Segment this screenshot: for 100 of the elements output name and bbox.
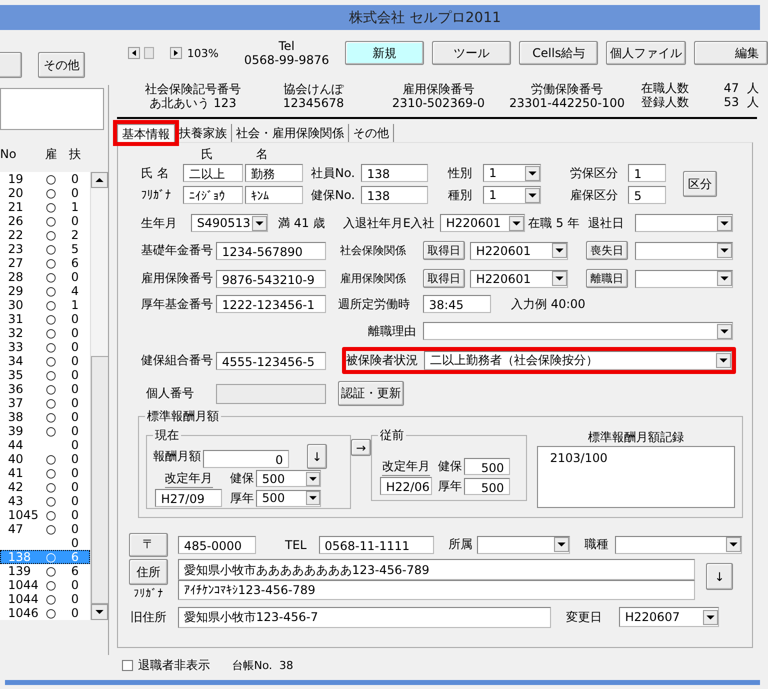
scroll-right-icon[interactable] xyxy=(170,47,182,59)
dropdown[interactable]: H220607 xyxy=(619,607,719,627)
input-field[interactable]: 9876-543210-9 xyxy=(216,270,326,288)
dropdown[interactable]: H220601 xyxy=(440,214,525,232)
list-row[interactable]: 21 ○ 1 xyxy=(0,200,90,214)
list-row[interactable]: 47 ○ 0 xyxy=(0,522,90,536)
scroll-bar[interactable] xyxy=(90,172,108,620)
dropdown[interactable] xyxy=(635,242,733,260)
dropdown[interactable]: S490513 xyxy=(191,214,268,232)
list-row[interactable]: 0 xyxy=(0,536,90,550)
list-row[interactable]: 30 ○ 1 xyxy=(0,298,90,312)
input-field[interactable]: 138 xyxy=(361,164,428,182)
dropdown[interactable]: 1 xyxy=(483,164,541,182)
list-row[interactable]: 31 ○ 0 xyxy=(0,312,90,326)
input-field[interactable]: 38:45 xyxy=(423,295,491,313)
list-row[interactable]: 41 ○ 0 xyxy=(0,466,90,480)
input-field[interactable]: ﾆｲｼﾞｮｳ xyxy=(183,186,243,204)
checkbox[interactable] xyxy=(122,660,133,670)
list-row[interactable]: 1045 ○ 0 xyxy=(0,508,90,522)
dropdown[interactable] xyxy=(476,536,570,554)
form-button[interactable]: 喪失日 xyxy=(586,241,628,260)
form-button[interactable]: 離職日 xyxy=(586,269,628,288)
list-row[interactable]: 37 ○ 0 xyxy=(0,396,90,410)
form-button[interactable]: ↓ xyxy=(307,444,327,469)
list-row[interactable]: 20 ○ 0 xyxy=(0,186,90,200)
scroll-down-icon[interactable] xyxy=(91,604,108,620)
form-button[interactable]: 区分 xyxy=(683,171,717,197)
toolbar-button[interactable]: ツール xyxy=(432,41,512,65)
dropdown[interactable]: 二以上勤務者（社会保険按分） xyxy=(424,351,732,370)
input-field[interactable]: 勤務 xyxy=(245,164,303,182)
list-row[interactable]: 36 ○ 0 xyxy=(0,382,90,396)
input-field[interactable]: H22/06 xyxy=(380,477,432,495)
input-field[interactable]: 500 xyxy=(464,458,510,476)
dropdown[interactable] xyxy=(635,270,733,288)
slider-thumb[interactable] xyxy=(144,47,154,59)
toolbar-button[interactable]: Cells給与 xyxy=(519,41,598,65)
toolbar-button[interactable]: 個人ファイル xyxy=(606,41,686,65)
tab[interactable]: その他 xyxy=(349,124,394,142)
dropdown[interactable]: H220601 xyxy=(470,242,568,260)
list-row[interactable]: 28 ○ 0 xyxy=(0,270,90,284)
dropdown[interactable]: 500 xyxy=(256,470,321,488)
list-row[interactable]: 19 ○ 0 xyxy=(0,172,90,186)
list-row[interactable]: 29 ○ 4 xyxy=(0,284,90,298)
input-field[interactable]: 二以上 xyxy=(183,164,243,182)
scroll-up-icon[interactable] xyxy=(91,172,108,188)
tab[interactable]: 社会・雇用保険関係 xyxy=(232,124,349,142)
list-row[interactable]: 34 ○ 0 xyxy=(0,354,90,368)
form-button[interactable]: 取得日 xyxy=(423,241,465,260)
form-button[interactable]: ↓ xyxy=(706,563,733,590)
button[interactable] xyxy=(0,52,22,78)
list-row[interactable]: 22 ○ 2 xyxy=(0,228,90,242)
list-row[interactable]: 139 ○ 6 xyxy=(0,564,90,578)
input-field[interactable]: 0 xyxy=(203,450,289,468)
list-row[interactable]: 33 ○ 0 xyxy=(0,340,90,354)
scroll-left-icon[interactable] xyxy=(128,47,140,59)
form-button[interactable]: → xyxy=(351,439,371,456)
button[interactable]: その他 xyxy=(38,52,85,78)
dropdown[interactable]: H220601 xyxy=(470,270,568,288)
list-row[interactable]: 43 ○ 0 xyxy=(0,494,90,508)
form-button[interactable]: 認証・更新 xyxy=(338,381,404,406)
list-row[interactable]: 1044 ○ 0 xyxy=(0,578,90,592)
input-field[interactable]: 4555-123456-5 xyxy=(216,352,326,370)
input-field[interactable]: 愛知県小牧市ああああああああ123-456-789 xyxy=(178,559,695,580)
list-row[interactable]: 35 ○ 0 xyxy=(0,368,90,382)
input-field[interactable]: 愛知県小牧市123-456-7 xyxy=(178,606,551,628)
form-button[interactable]: 〒 xyxy=(129,532,168,556)
list-item[interactable]: 2103/100 xyxy=(550,451,722,465)
list-row[interactable]: 23 ○ 5 xyxy=(0,242,90,256)
form-button[interactable]: 住所 xyxy=(129,559,168,585)
list-row[interactable]: 1046 ○ 0 xyxy=(0,606,90,620)
input-field[interactable]: 138 xyxy=(361,186,428,204)
list-row[interactable]: 32 ○ 0 xyxy=(0,326,90,340)
input-field[interactable]: H27/09 xyxy=(155,489,222,507)
list-row[interactable]: 1044 ○ 0 xyxy=(0,592,90,606)
toolbar-button[interactable]: 新規 xyxy=(344,41,424,65)
form-button[interactable]: 取得日 xyxy=(423,269,465,288)
dropdown[interactable]: 1 xyxy=(483,186,541,204)
list-box[interactable]: 2103/100 xyxy=(537,446,735,508)
list-row[interactable]: 42 ○ 0 xyxy=(0,480,90,494)
list-row[interactable]: 27 ○ 6 xyxy=(0,256,90,270)
input-field[interactable]: 0568-11-1111 xyxy=(318,536,434,554)
input-field[interactable]: 485-0000 xyxy=(178,536,256,554)
dropdown[interactable] xyxy=(614,536,742,554)
input-field[interactable]: ｷﾝﾑ xyxy=(245,186,303,204)
input-field[interactable]: 1234-567890 xyxy=(216,242,326,260)
list-row[interactable]: 26 ○ 0 xyxy=(0,214,90,228)
input-field[interactable]: ｱｲﾁｹﾝｺﾏｷｼ123-456-789 xyxy=(178,580,695,600)
toolbar-button[interactable]: 編集 xyxy=(694,41,768,65)
list-row[interactable]: 38 ○ 0 xyxy=(0,410,90,424)
dropdown[interactable] xyxy=(423,322,733,340)
dropdown[interactable]: 500 xyxy=(256,490,321,507)
input-field[interactable]: 500 xyxy=(464,478,510,495)
input-field[interactable]: 1 xyxy=(628,164,666,182)
list-row[interactable]: 40 ○ 0 xyxy=(0,452,90,466)
list-box[interactable] xyxy=(0,88,104,130)
list-row[interactable]: 44 0 xyxy=(0,438,90,452)
dropdown[interactable] xyxy=(635,214,733,232)
input-field[interactable]: 1222-123456-1 xyxy=(216,295,326,313)
list-row[interactable]: 39 ○ 0 xyxy=(0,424,90,438)
input-field[interactable]: 5 xyxy=(628,186,666,204)
